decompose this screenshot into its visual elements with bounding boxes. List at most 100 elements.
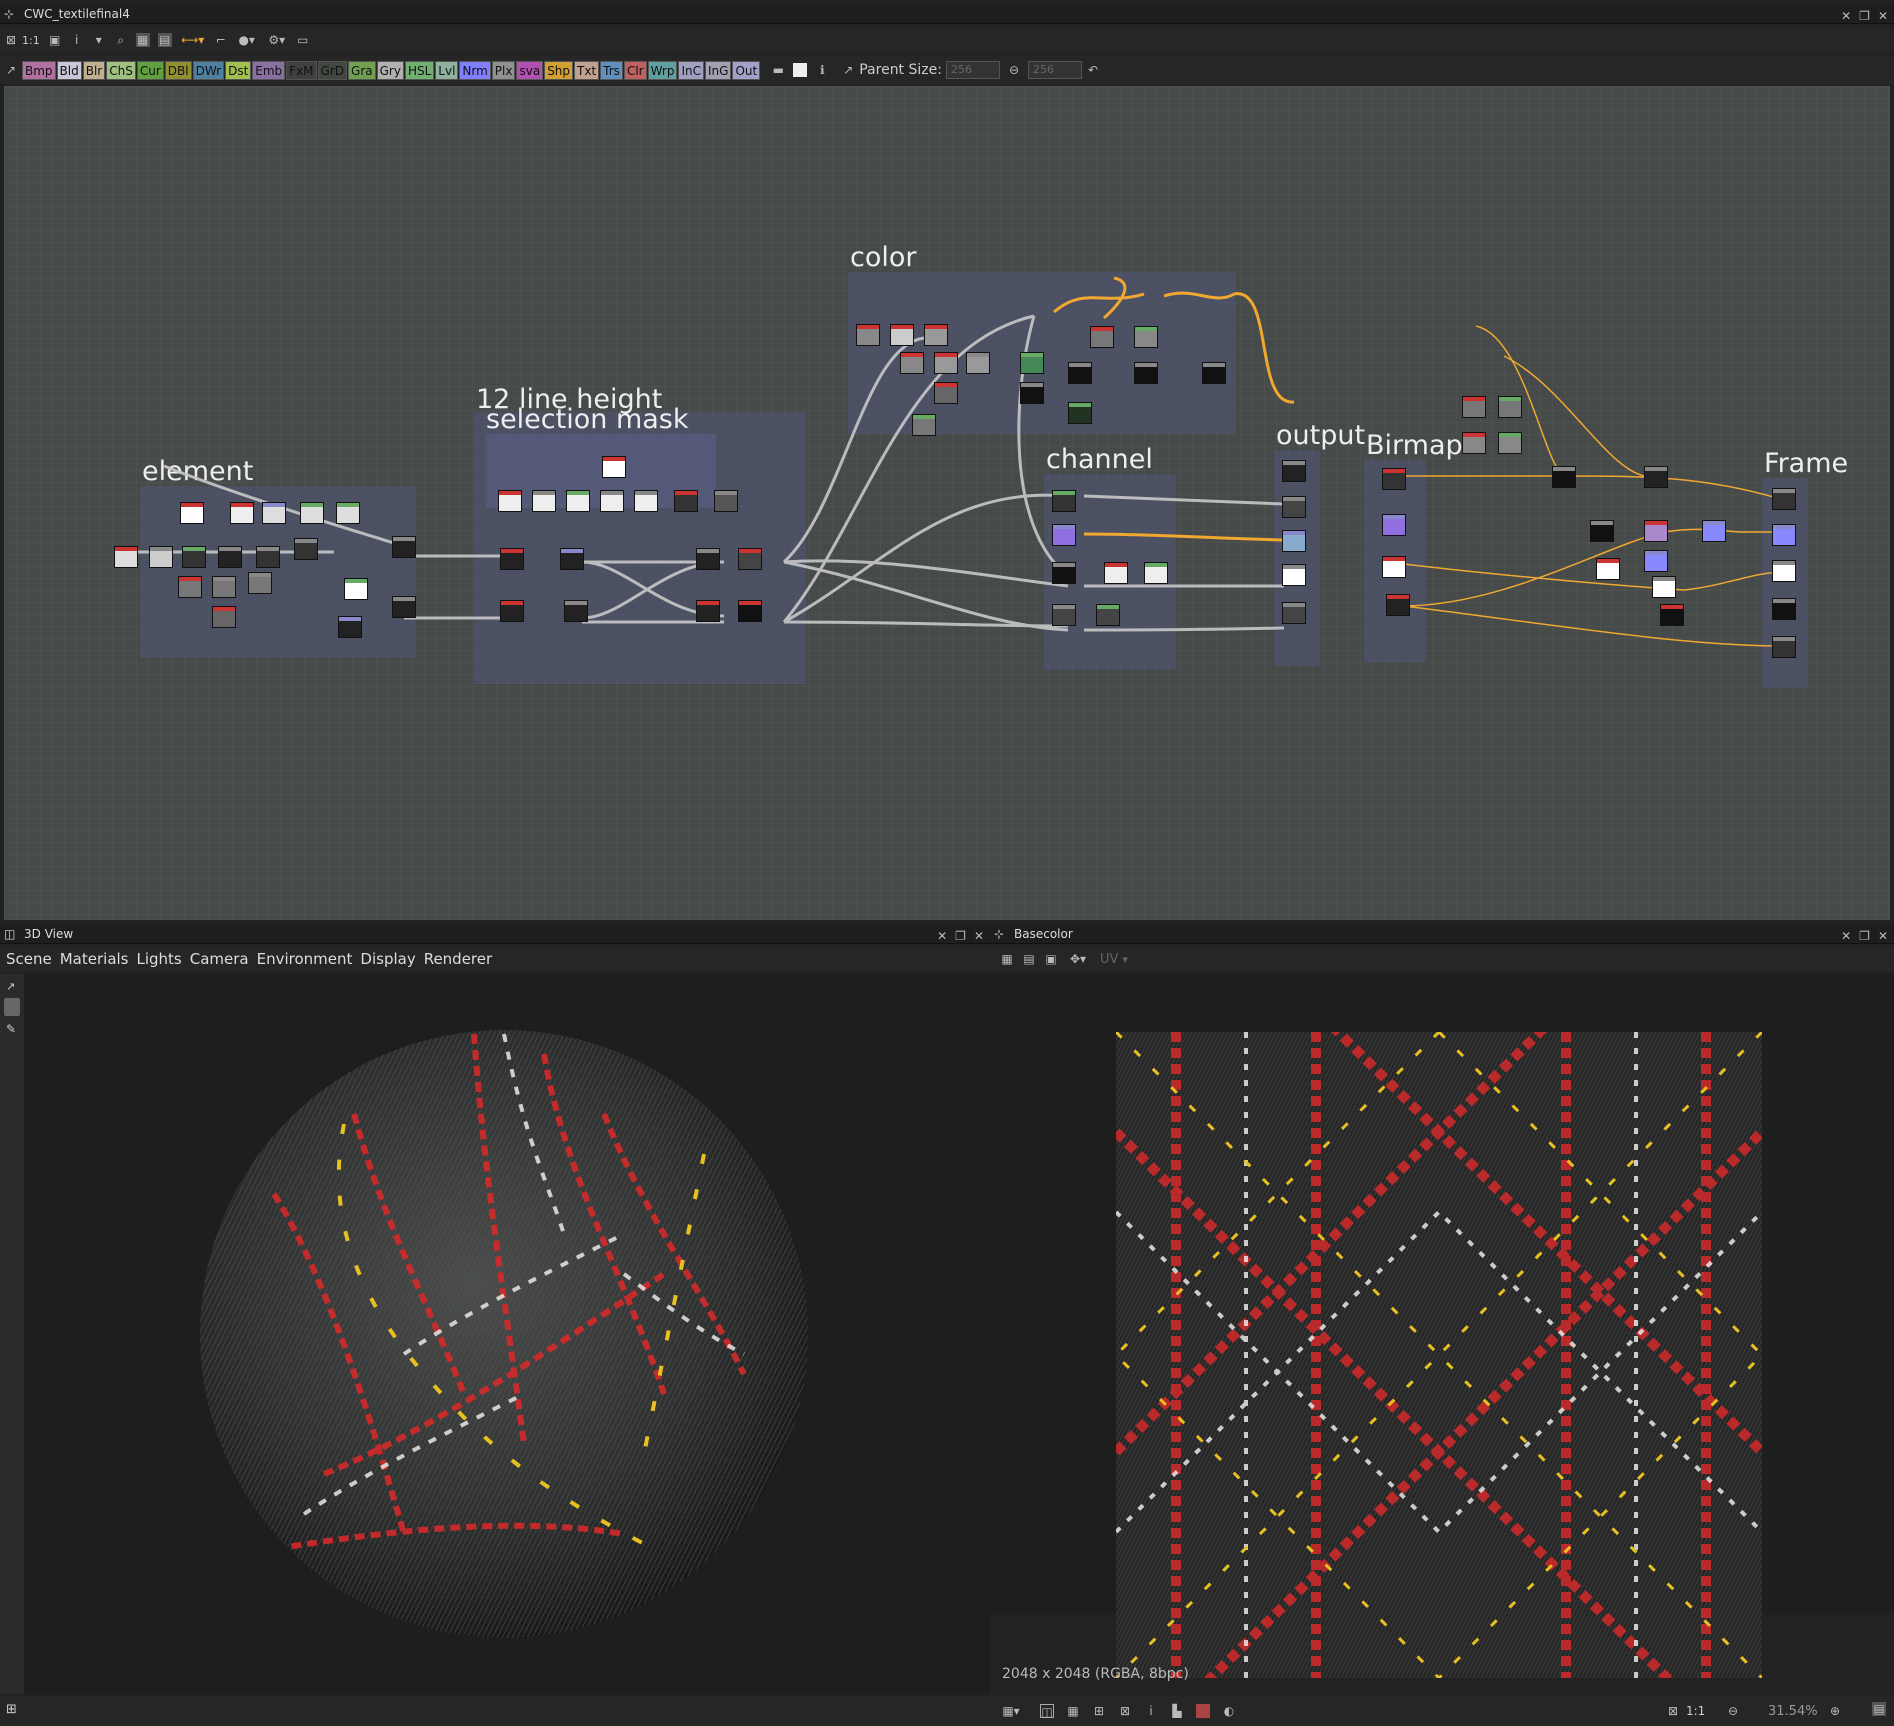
copy-icon[interactable]: ▦ bbox=[1000, 952, 1014, 966]
menu-materials[interactable]: Materials bbox=[60, 950, 129, 968]
node-chip-trs[interactable]: Trs bbox=[600, 60, 623, 80]
graph-node[interactable] bbox=[336, 502, 360, 524]
graph-node[interactable] bbox=[1096, 604, 1120, 626]
graph-node[interactable] bbox=[1134, 326, 1158, 348]
node-chip-wrp[interactable]: Wrp bbox=[647, 60, 678, 80]
graph-node[interactable] bbox=[1104, 562, 1128, 584]
screenshot2d-icon[interactable]: ▣ bbox=[1044, 952, 1058, 966]
graph-node[interactable] bbox=[966, 352, 990, 374]
lock-icon[interactable]: ▤ bbox=[1872, 1702, 1886, 1716]
library-toggle-icon[interactable]: ↗ bbox=[4, 63, 18, 77]
info2d-icon[interactable]: i bbox=[1144, 1704, 1158, 1718]
graph-node[interactable] bbox=[856, 324, 880, 346]
graph-node[interactable] bbox=[248, 572, 272, 594]
graph-node[interactable] bbox=[1282, 530, 1306, 552]
graph-canvas[interactable]: element 12 line height selection mask co… bbox=[4, 86, 1890, 920]
zoom-out-icon[interactable]: ⊖ bbox=[1726, 1704, 1740, 1718]
graph-node[interactable] bbox=[1644, 520, 1668, 542]
graph-node[interactable] bbox=[1386, 594, 1410, 616]
node-chip-lvl[interactable]: Lvl bbox=[435, 60, 459, 80]
graph-node[interactable] bbox=[912, 414, 936, 436]
graph-node[interactable] bbox=[566, 490, 590, 512]
graph-node[interactable] bbox=[230, 502, 254, 524]
graph-node[interactable] bbox=[696, 600, 720, 622]
node-chip-gry[interactable]: Gry bbox=[376, 60, 404, 80]
rgb-icon[interactable] bbox=[1196, 1704, 1210, 1718]
graph-node[interactable] bbox=[1382, 514, 1406, 536]
comment-icon[interactable]: ▬ bbox=[771, 63, 785, 77]
graph-node[interactable] bbox=[180, 502, 204, 524]
graph-node[interactable] bbox=[1282, 460, 1306, 482]
settings-gear-icon[interactable]: ⚙▾ bbox=[266, 33, 288, 47]
graph-node[interactable] bbox=[674, 490, 698, 512]
graph-node[interactable] bbox=[1644, 466, 1668, 488]
view3d-pin-icon[interactable]: ✕ bbox=[937, 926, 947, 946]
close-icon[interactable]: ✕ bbox=[1878, 6, 1888, 26]
color-picker-icon[interactable]: ⊠ bbox=[1118, 1704, 1132, 1718]
graph-node[interactable] bbox=[900, 352, 924, 374]
one-to-one-button[interactable]: 1:1 bbox=[22, 34, 40, 47]
graph-node[interactable] bbox=[1282, 602, 1306, 624]
graph-node[interactable] bbox=[1020, 352, 1044, 374]
view2d-viewport[interactable] bbox=[990, 974, 1894, 1678]
menu-environment[interactable]: Environment bbox=[257, 950, 353, 968]
pin-icon[interactable]: ✕ bbox=[1841, 6, 1851, 26]
view3d-expand-icon[interactable]: ↗ bbox=[6, 980, 15, 993]
graph-node[interactable] bbox=[1462, 396, 1486, 418]
graph-node[interactable] bbox=[1498, 396, 1522, 418]
fit-icon[interactable]: ⊠ bbox=[4, 33, 18, 47]
connector-icon[interactable]: ⌐ bbox=[214, 33, 228, 47]
view2d-restore-icon[interactable]: ❐ bbox=[1859, 926, 1870, 946]
view3d-viewport[interactable] bbox=[24, 974, 990, 1694]
graph-node[interactable] bbox=[1202, 362, 1226, 384]
graph-node[interactable] bbox=[1772, 636, 1796, 658]
menu-renderer[interactable]: Renderer bbox=[424, 950, 492, 968]
hand-tool-icon[interactable] bbox=[4, 998, 20, 1016]
graph-node[interactable] bbox=[738, 548, 762, 570]
graph-node[interactable] bbox=[344, 578, 368, 600]
node-chip-out[interactable]: Out bbox=[732, 60, 761, 80]
graph-node[interactable] bbox=[218, 546, 242, 568]
graph-node[interactable] bbox=[1590, 520, 1614, 542]
node-chip-dbl[interactable]: DBl bbox=[164, 60, 192, 80]
node-chip-shp[interactable]: Shp bbox=[544, 60, 574, 80]
graph-node[interactable] bbox=[1462, 432, 1486, 454]
graph-node[interactable] bbox=[262, 502, 286, 524]
graph-node[interactable] bbox=[1772, 524, 1796, 546]
graph-node[interactable] bbox=[1052, 524, 1076, 546]
menu-display[interactable]: Display bbox=[360, 950, 415, 968]
graph-node[interactable] bbox=[392, 596, 416, 618]
view3d-restore-icon[interactable]: ❐ bbox=[955, 926, 966, 946]
graph-node[interactable] bbox=[300, 502, 324, 524]
reset-icon[interactable]: ↶ bbox=[1086, 63, 1100, 77]
node-chip-clr[interactable]: Clr bbox=[623, 60, 647, 80]
parent-size-width-field[interactable]: 256 bbox=[945, 61, 1000, 79]
graph-node[interactable] bbox=[602, 456, 626, 478]
graph-node[interactable] bbox=[934, 352, 958, 374]
alpha-icon[interactable]: ▦ bbox=[1066, 1704, 1080, 1718]
graph-node[interactable] bbox=[1134, 362, 1158, 384]
graph-node[interactable] bbox=[1498, 432, 1522, 454]
graph-node[interactable] bbox=[1020, 382, 1044, 404]
node-chip-bld[interactable]: Bld bbox=[56, 60, 82, 80]
graph-node[interactable] bbox=[532, 490, 556, 512]
graph-node[interactable] bbox=[149, 546, 173, 568]
graph-node[interactable] bbox=[1382, 556, 1406, 578]
node-chip-gra[interactable]: Gra bbox=[348, 60, 376, 80]
graph-node[interactable] bbox=[500, 600, 524, 622]
export-icon[interactable]: ▭ bbox=[296, 33, 310, 47]
dropdown-icon[interactable]: ▾ bbox=[92, 33, 106, 47]
graph-node[interactable] bbox=[1052, 604, 1076, 626]
graph-node[interactable] bbox=[696, 548, 720, 570]
node-chip-nrm[interactable]: Nrm bbox=[459, 60, 491, 80]
frame-icon[interactable] bbox=[793, 63, 808, 77]
graph-node[interactable] bbox=[1644, 550, 1668, 572]
graph-node[interactable] bbox=[1052, 490, 1076, 512]
graph-node[interactable] bbox=[1090, 326, 1114, 348]
node-chip-cur[interactable]: Cur bbox=[136, 60, 164, 80]
graph-node[interactable] bbox=[500, 548, 524, 570]
graph-node[interactable] bbox=[738, 600, 762, 622]
graph-node[interactable] bbox=[714, 490, 738, 512]
graph-node[interactable] bbox=[1772, 560, 1796, 582]
graph-node[interactable] bbox=[114, 546, 138, 568]
